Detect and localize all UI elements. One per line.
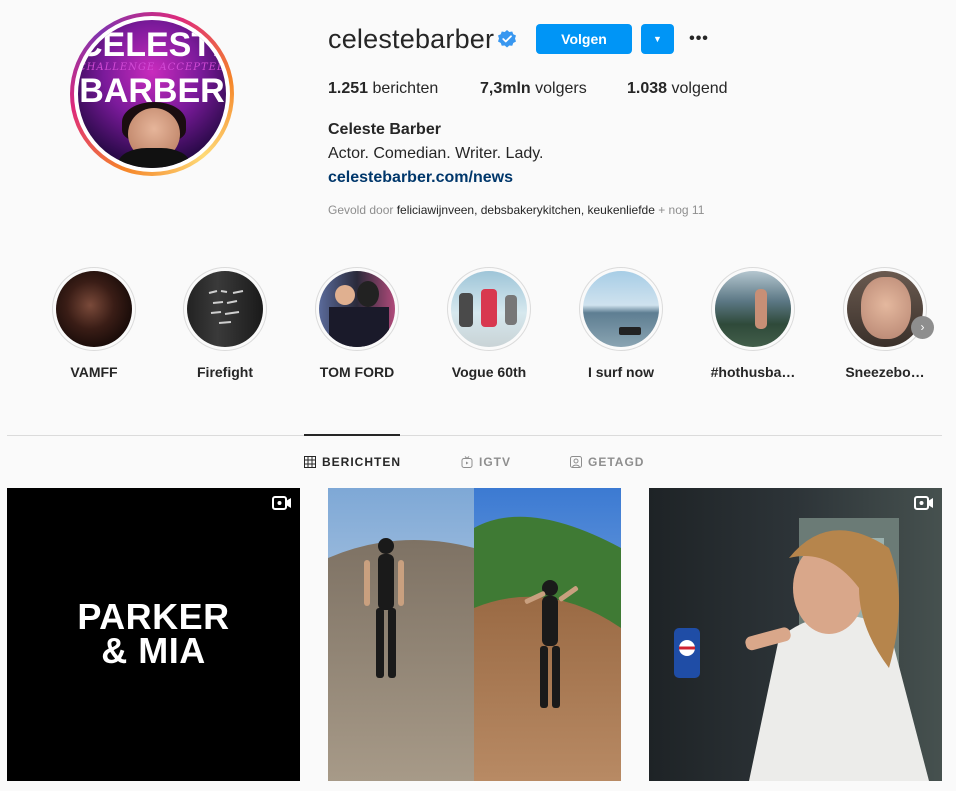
highlight-thumbnail <box>187 271 263 347</box>
highlight-label: I surf now <box>587 364 655 380</box>
avatar-text-celeste: CELESTE <box>78 26 226 64</box>
followers-count-value: 7,3mln <box>480 80 531 97</box>
post-image <box>649 488 942 781</box>
profile-full-name: Celeste Barber <box>328 121 441 138</box>
posts-count-label: berichten <box>368 80 439 97</box>
post-text-line1: PARKER <box>77 596 230 637</box>
active-tab-indicator <box>304 434 400 436</box>
highlight-item[interactable]: I surf now <box>566 267 676 380</box>
ellipsis-icon: ••• <box>689 30 709 47</box>
more-options-button[interactable]: ••• <box>686 29 712 49</box>
post-tile[interactable]: PARKER & MIA <box>7 488 300 781</box>
highlight-item[interactable]: VAMFF <box>39 267 149 380</box>
highlight-thumbnail <box>583 271 659 347</box>
tab-igtv[interactable]: IGTV <box>461 455 511 469</box>
verified-badge-icon <box>498 30 516 48</box>
profile-username: celestebarber <box>328 24 495 54</box>
highlight-item[interactable]: Vogue 60th <box>434 267 544 380</box>
highlight-label: #hothusba… <box>710 364 796 380</box>
posts-count: 1.251 berichten <box>328 80 438 98</box>
video-icon <box>914 496 933 510</box>
profile-website-link[interactable]: celestebarber.com/news <box>328 169 513 187</box>
tabs-divider <box>7 435 942 436</box>
post-image <box>328 488 621 781</box>
tab-berichten-label: BERICHTEN <box>322 455 402 469</box>
video-icon <box>272 496 291 510</box>
avatar-image: CELESTE CHALLENGE ACCEPTED BARBER <box>78 20 226 168</box>
following-count-value: 1.038 <box>627 80 668 97</box>
followed-by-users: feliciawijnveen, debsbakerykitchen, keuk… <box>396 203 655 217</box>
highlight-item[interactable]: TOM FORD <box>302 267 412 380</box>
highlight-item[interactable]: Firefight <box>170 267 280 380</box>
followed-by[interactable]: Gevold door feliciawijnveen, debsbakeryk… <box>328 203 704 217</box>
chalkboard-text-icon <box>208 290 244 324</box>
suggested-dropdown-button[interactable]: ▼ <box>641 24 674 54</box>
following-count[interactable]: 1.038 volgend <box>627 80 728 98</box>
grid-icon <box>304 456 316 468</box>
tagged-icon <box>570 456 582 468</box>
tab-getagd-label: GETAGD <box>588 455 645 469</box>
profile-bio: Actor. Comedian. Writer. Lady. <box>328 145 544 162</box>
post-tile[interactable] <box>649 488 942 781</box>
highlight-thumbnail <box>56 271 132 347</box>
profile-avatar[interactable]: CELESTE CHALLENGE ACCEPTED BARBER <box>70 12 234 176</box>
highlight-thumbnail <box>451 271 527 347</box>
highlight-label: Firefight <box>197 364 253 380</box>
posts-count-value: 1.251 <box>328 80 369 97</box>
followed-by-prefix: Gevold door <box>328 203 397 217</box>
chevron-right-icon: › <box>920 320 925 334</box>
tab-igtv-label: IGTV <box>479 455 512 469</box>
tab-getagd[interactable]: GETAGD <box>570 455 644 469</box>
followers-count-label: volgers <box>530 80 587 97</box>
followed-by-more: + nog 11 <box>654 203 705 217</box>
highlight-thumbnail <box>715 271 791 347</box>
post-overlay-text: PARKER & MIA <box>7 596 300 671</box>
chevron-down-icon: ▼ <box>653 34 662 44</box>
highlight-label: Sneezebo… <box>845 364 925 380</box>
post-tile[interactable] <box>328 488 621 781</box>
following-count-label: volgend <box>667 80 728 97</box>
avatar-body <box>118 148 190 168</box>
highlight-item[interactable]: #hothusba… <box>698 267 808 380</box>
highlight-label: VAMFF <box>70 364 118 380</box>
highlight-thumbnail <box>319 271 395 347</box>
follow-button[interactable]: Volgen <box>536 24 632 54</box>
post-text-line2: & MIA <box>101 630 206 671</box>
highlight-thumbnail <box>847 271 923 347</box>
followers-count[interactable]: 7,3mln volgers <box>480 80 587 98</box>
tab-berichten[interactable]: BERICHTEN <box>304 455 401 469</box>
highlight-label: Vogue 60th <box>451 364 527 380</box>
highlight-label: TOM FORD <box>319 364 395 380</box>
highlights-next-button[interactable]: › <box>911 316 934 339</box>
igtv-icon <box>461 456 473 468</box>
